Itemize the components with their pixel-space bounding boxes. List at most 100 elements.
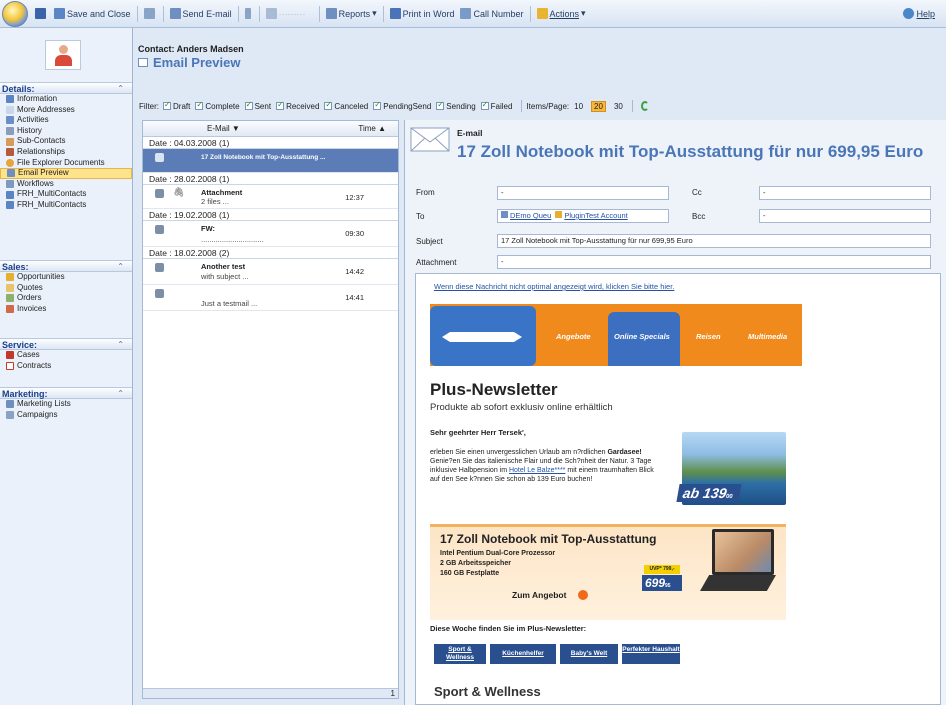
chevron-down-icon: ▾ — [372, 8, 377, 18]
nav-item-cases[interactable]: Cases — [0, 350, 132, 361]
nav-item-label: Email Preview — [18, 168, 69, 178]
bcc-label: Bcc — [692, 212, 706, 221]
nav-item-label: File Explorer Documents — [17, 157, 105, 167]
email-row[interactable]: FW: .............................. 09:30 — [143, 221, 398, 247]
refresh-icon[interactable] — [640, 101, 649, 111]
nav-item-workflows[interactable]: Workflows — [0, 179, 132, 190]
print-button[interactable]: ········· — [263, 4, 316, 24]
nav-item-information[interactable]: Information — [0, 94, 132, 105]
filter-draft-checkbox[interactable]: Draft — [163, 100, 190, 111]
checkbox-icon — [324, 100, 333, 110]
email-row[interactable]: 17 Zoll Notebook mit Top-Ausstattung ... — [143, 149, 398, 173]
offer-cta-button[interactable]: Zum Angebot — [512, 590, 589, 600]
column-header-time[interactable]: Time ▲ — [358, 124, 386, 133]
category-sport-wellness[interactable]: Sport & Wellness — [434, 644, 486, 664]
page-size-30[interactable]: 30 — [612, 102, 625, 111]
nav-item-invoices[interactable]: Invoices — [0, 304, 132, 315]
banner-tab-angebote[interactable]: Angebote — [556, 332, 591, 341]
laptop-base — [700, 575, 776, 591]
toolbar-separator — [382, 5, 384, 22]
banner-tab-online-specials[interactable]: Online Specials — [614, 332, 670, 341]
call-number-button[interactable]: Call Number — [457, 4, 526, 24]
nav-item-campaigns[interactable]: Campaigns — [0, 410, 132, 421]
email-preview: Just a testmail ... — [201, 299, 258, 308]
price-cents: 00 — [725, 494, 734, 500]
bcc-field[interactable]: - — [759, 209, 931, 223]
nav-item-multicontacts[interactable]: FRH_MultiContacts — [0, 200, 132, 211]
banner-tab-reisen[interactable]: Reisen — [696, 332, 721, 341]
column-header-email[interactable]: E-Mail ▼ — [207, 124, 240, 133]
email-row[interactable]: Just a testmail ... 14:41 — [143, 285, 398, 311]
view-online-link[interactable]: Wenn diese Nachricht nicht optimal angez… — [434, 282, 674, 291]
nav-item-more-addresses[interactable]: More Addresses — [0, 105, 132, 116]
reports-button[interactable]: Reports ▾ — [323, 4, 380, 24]
category-kuechenhelfer[interactable]: Küchenhelfer — [490, 644, 556, 664]
email-row[interactable]: 🖇 Attachment 2 files ... 12:37 — [143, 185, 398, 209]
attach-button[interactable] — [141, 4, 160, 24]
collapse-icon: ⌃ — [117, 340, 124, 349]
nav-item-orders[interactable]: Orders — [0, 293, 132, 304]
filter-sending-checkbox[interactable]: Sending — [436, 100, 476, 111]
email-list-header: E-Mail ▼ Time ▲ — [143, 121, 398, 137]
file-explorer-icon — [6, 158, 14, 167]
filter-bar: Filter: Draft Complete Sent Received Can… — [135, 97, 946, 115]
page-number[interactable]: 1 — [391, 689, 395, 698]
nav-item-multicontacts[interactable]: FRH_MultiContacts — [0, 189, 132, 200]
filter-complete-checkbox[interactable]: Complete — [195, 100, 240, 111]
nav-item-opportunities[interactable]: Opportunities — [0, 272, 132, 283]
nav-header-marketing[interactable]: Marketing: ⌃ — [0, 387, 132, 399]
page-size-10[interactable]: 10 — [572, 102, 585, 111]
filter-canceled-checkbox[interactable]: Canceled — [324, 100, 368, 111]
nav-item-label: Information — [17, 94, 58, 103]
date-group-header[interactable]: Date : 19.02.2008 (1) — [143, 209, 398, 221]
nav-item-activities[interactable]: Activities — [0, 115, 132, 126]
from-label: From — [416, 188, 435, 197]
nav-item-label: Workflows — [17, 178, 54, 188]
from-field[interactable]: - — [497, 186, 669, 200]
to-recipient-link[interactable]: PluginTest Account — [564, 211, 627, 220]
nav-item-quotes[interactable]: Quotes — [0, 283, 132, 294]
nav-header-label: Details — [2, 84, 32, 94]
filter-received-checkbox[interactable]: Received — [276, 100, 319, 111]
nav-item-label: More Addresses — [17, 104, 75, 114]
date-group-header[interactable]: Date : 28.02.2008 (1) — [143, 173, 398, 185]
nav-item-contracts[interactable]: Contracts — [0, 361, 132, 372]
email-row[interactable]: Another test with subject ... 14:42 — [143, 259, 398, 285]
help-button[interactable]: Help — [900, 4, 938, 24]
page-size-20[interactable]: 20 — [591, 100, 606, 112]
nav-item-marketing-lists[interactable]: Marketing Lists — [0, 399, 132, 410]
subject-field[interactable]: 17 Zoll Notebook mit Top-Ausstattung für… — [497, 234, 931, 248]
nav-item-history[interactable]: History — [0, 126, 132, 137]
print-word-button[interactable]: Print in Word — [387, 4, 458, 24]
save-close-button[interactable]: Save and Close — [51, 4, 134, 24]
nav-header-sales[interactable]: Sales: ⌃ — [0, 260, 132, 272]
to-field[interactable]: DEmo Queu PluginTest Account — [497, 209, 669, 223]
nav-item-sub-contacts[interactable]: Sub-Contacts — [0, 136, 132, 147]
category-haushalt[interactable]: Perfekter Haushalt — [622, 644, 680, 664]
date-group-header[interactable]: Date : 18.02.2008 (2) — [143, 247, 398, 259]
filter-sent-checkbox[interactable]: Sent — [244, 100, 271, 111]
save-button[interactable] — [32, 4, 51, 24]
nav-item-relationships[interactable]: Relationships — [0, 147, 132, 158]
laptop-image[interactable] — [696, 527, 782, 599]
pin-button[interactable] — [242, 4, 256, 24]
hotel-link[interactable]: Hotel Le Balze**** — [509, 467, 565, 474]
filter-pendingsend-checkbox[interactable]: PendingSend — [373, 100, 431, 111]
orders-icon — [6, 294, 14, 303]
campaigns-icon — [6, 410, 14, 419]
nav-item-file-explorer[interactable]: File Explorer Documents — [0, 158, 132, 169]
cc-field[interactable]: - — [759, 186, 931, 200]
nav-item-email-preview[interactable]: Email Preview — [0, 168, 132, 179]
to-recipient-link[interactable]: DEmo Queu — [510, 211, 551, 220]
banner-tab-multimedia[interactable]: Multimedia — [748, 332, 787, 341]
send-email-button[interactable]: Send E-mail — [167, 4, 235, 24]
date-group-header[interactable]: Date : 04.03.2008 (1) — [143, 137, 398, 149]
category-babys-welt[interactable]: Baby's Welt — [560, 644, 618, 664]
nav-header-service[interactable]: Service: ⌃ — [0, 338, 132, 350]
nav-header-details[interactable]: Details: ⌃ — [0, 82, 132, 94]
attachment-field[interactable]: - — [497, 255, 931, 269]
disabled-toolbar-item: ········· — [278, 8, 306, 19]
app-orb-icon[interactable] — [2, 0, 28, 27]
filter-failed-checkbox[interactable]: Failed — [480, 100, 512, 111]
actions-button[interactable]: Actions ▾ — [534, 4, 589, 24]
